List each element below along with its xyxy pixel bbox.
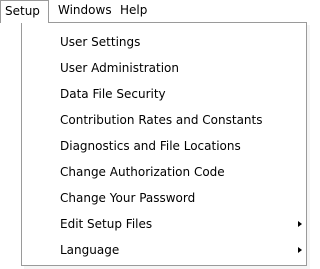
menu-item-label: Language — [60, 243, 120, 257]
menu-item-label: Contribution Rates and Constants — [60, 113, 263, 127]
setup-dropdown-menu: User Settings User Administration Data F… — [21, 22, 307, 266]
menu-help-label: Help — [120, 3, 148, 17]
triangle-right-icon — [298, 247, 302, 253]
menu-setup[interactable]: Setup — [0, 0, 49, 23]
menu-item-label: User Administration — [60, 61, 179, 75]
menu-item-label: User Settings — [60, 35, 141, 49]
menu-item-label: Diagnostics and File Locations — [60, 139, 241, 153]
menu-item-change-password[interactable]: Change Your Password — [22, 186, 306, 210]
menu-item-user-administration[interactable]: User Administration — [22, 56, 306, 80]
menu-help[interactable]: Help — [120, 0, 147, 22]
menu-item-label: Change Authorization Code — [60, 165, 225, 179]
triangle-right-icon — [298, 221, 302, 227]
menu-item-diagnostics[interactable]: Diagnostics and File Locations — [22, 134, 306, 158]
menu-item-change-authorization-code[interactable]: Change Authorization Code — [22, 160, 306, 184]
menu-item-contribution-rates[interactable]: Contribution Rates and Constants — [22, 108, 306, 132]
menu-item-label: Change Your Password — [60, 191, 196, 205]
menu-windows-label: Windows — [58, 3, 112, 17]
menu-item-user-settings[interactable]: User Settings — [22, 30, 306, 54]
menu-windows[interactable]: Windows — [58, 0, 112, 22]
menu-item-label: Data File Security — [60, 87, 166, 101]
menu-item-language[interactable]: Language — [22, 238, 306, 262]
menu-item-label: Edit Setup Files — [60, 217, 153, 231]
menu-item-edit-setup-files[interactable]: Edit Setup Files — [22, 212, 306, 236]
menu-bar: Setup Windows Help — [0, 0, 308, 23]
menu-setup-label: Setup — [5, 4, 40, 18]
menu-item-data-file-security[interactable]: Data File Security — [22, 82, 306, 106]
